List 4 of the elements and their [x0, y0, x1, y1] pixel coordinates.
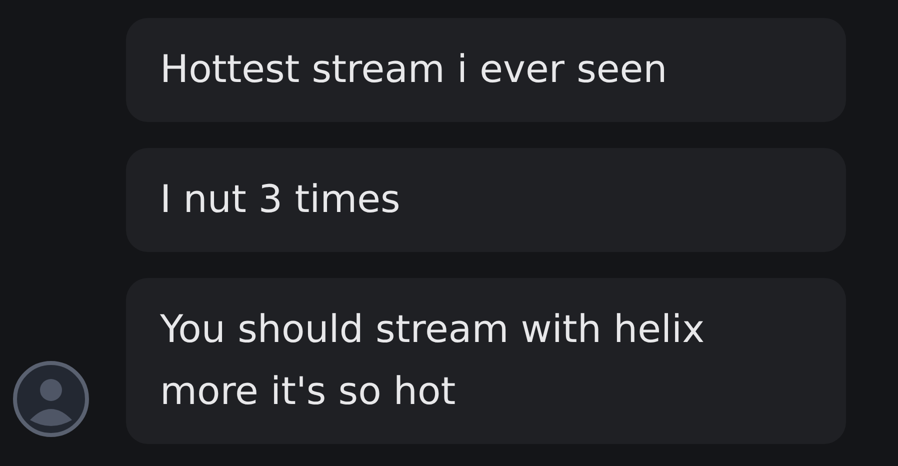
- message-bubble: I nut 3 times: [126, 148, 846, 252]
- message-bubble: Hottest stream i ever seen: [126, 18, 846, 122]
- avatar-icon: [12, 360, 90, 438]
- message-bubble: You should stream with helix more it's so hot: [126, 278, 846, 444]
